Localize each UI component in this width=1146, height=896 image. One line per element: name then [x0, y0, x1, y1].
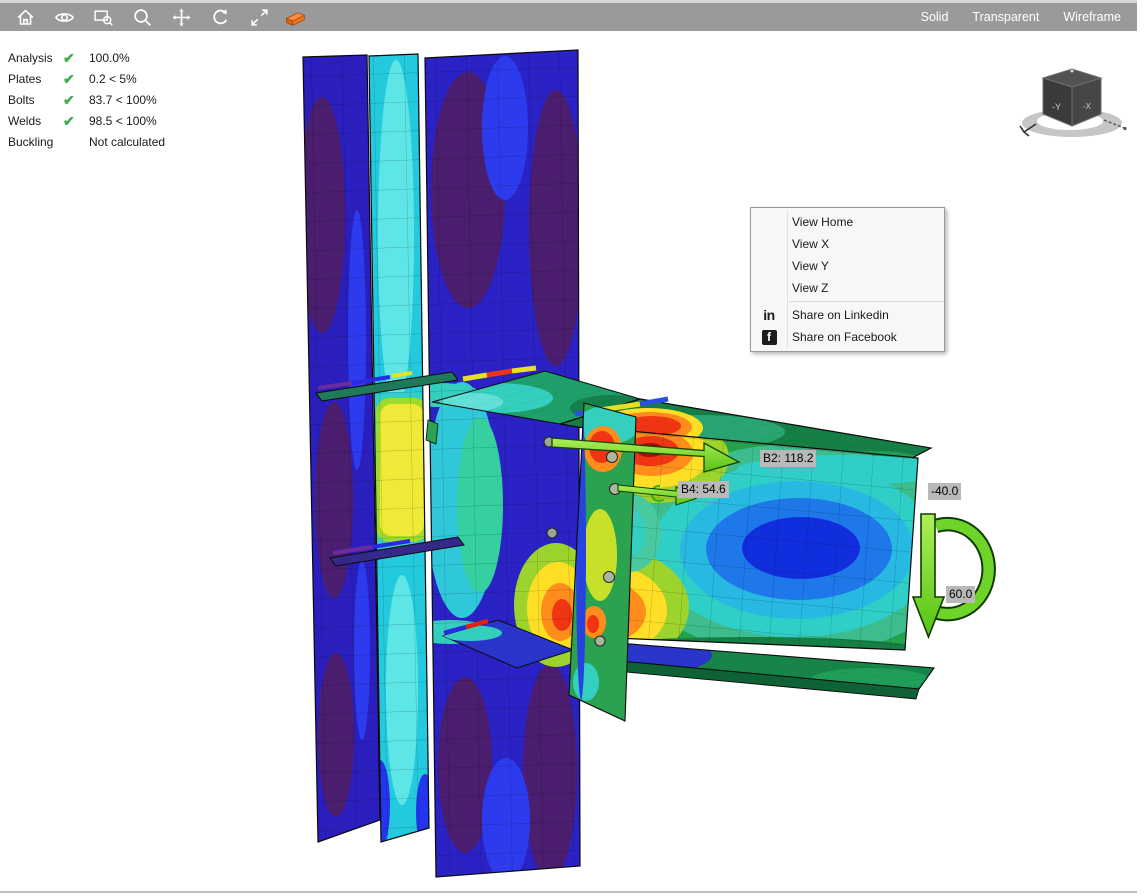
bolt-force-tag-b2: B2: 118.2 — [760, 450, 816, 467]
load-arrows — [913, 514, 989, 637]
viewport-context-menu: View Home View X View Y View Z in Share … — [750, 207, 945, 352]
moment-load-tag: -40.0 — [928, 483, 961, 500]
bolt-force-tag-b4: B4: 54.6 — [678, 481, 729, 498]
menu-item-label: View Y — [792, 259, 829, 273]
menu-item-share-facebook[interactable]: f Share on Facebook — [751, 326, 944, 348]
menu-item-share-linkedin[interactable]: in Share on Linkedin — [751, 304, 944, 326]
facebook-icon: f — [762, 330, 777, 345]
column-web — [369, 54, 434, 850]
column-left-flange — [299, 55, 380, 842]
menu-item-view-z[interactable]: View Z — [751, 277, 944, 299]
menu-separator — [789, 301, 944, 302]
app-window: Solid Transparent Wireframe — [0, 0, 1146, 896]
menu-item-view-x[interactable]: View X — [751, 233, 944, 255]
menu-item-view-y[interactable]: View Y — [751, 255, 944, 277]
shear-load-tag: 60.0 — [946, 586, 975, 603]
model-viewport-3d[interactable] — [0, 0, 1146, 896]
menu-item-label: Share on Facebook — [792, 330, 897, 344]
menu-item-view-home[interactable]: View Home — [751, 211, 944, 233]
linkedin-icon: in — [759, 307, 779, 323]
cube-face-label-left: -Y — [1052, 102, 1061, 112]
menu-item-label: View X — [792, 237, 829, 251]
cube-face-label-right: -X — [1083, 102, 1092, 111]
navigation-cube[interactable]: -Y -X — [1016, 62, 1130, 146]
menu-item-label: View Z — [792, 281, 828, 295]
menu-item-label: Share on Linkedin — [792, 308, 889, 322]
menu-item-label: View Home — [792, 215, 853, 229]
